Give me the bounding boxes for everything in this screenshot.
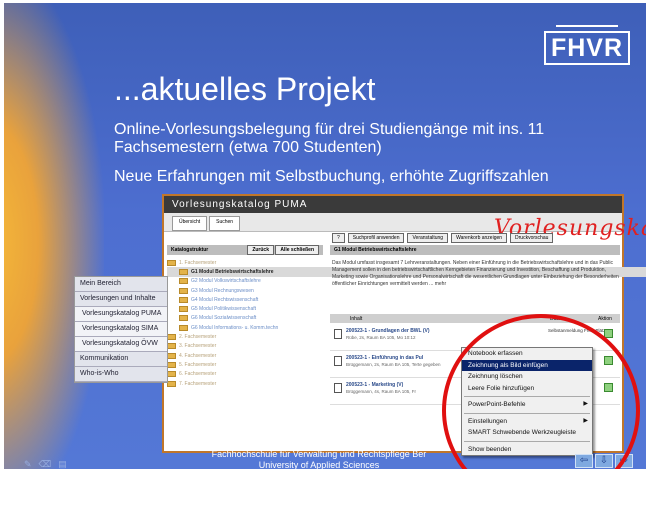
nav-item[interactable]: Vorlesungskatalog SIMA xyxy=(75,322,167,337)
folder-icon xyxy=(167,361,176,368)
slide-subtitle-1: Online-Vorlesungsbelegung für drei Studi… xyxy=(114,121,545,156)
pen-icon[interactable]: ✎ xyxy=(24,459,39,469)
portal-navigation: Mein Bereich Vorlesungen und Inhalte Vorle… xyxy=(74,276,168,383)
slide-subtitle-2: Neue Erfahrungen mit Selbstbuchung, erhö… xyxy=(114,168,549,185)
course-title[interactable]: 200523-1 - Marketing (V) xyxy=(346,382,403,388)
nav-item[interactable]: Vorlesungen und Inhalte xyxy=(75,292,167,307)
tree-item[interactable]: 7. Fachsemester xyxy=(167,379,323,388)
nav-item[interactable]: Mein Bereich xyxy=(75,277,167,292)
nav-item[interactable]: Who-is-Who xyxy=(75,367,167,382)
tree-back-button[interactable]: Zurück xyxy=(247,245,274,255)
presentation-slide: FHVR ...aktuelles Projekt Online-Vorlesu… xyxy=(4,3,646,469)
document-icon xyxy=(334,383,342,393)
folder-icon xyxy=(179,324,188,331)
menu-icon[interactable]: ▤ xyxy=(58,459,74,469)
tree-item[interactable]: 4. Fachsemester xyxy=(167,351,323,360)
decorative-swirl xyxy=(4,3,104,469)
tree-header-label: Katalogstruktur xyxy=(171,247,209,253)
tree-item-label: 6. Fachsemester xyxy=(179,371,217,378)
folder-icon xyxy=(167,352,176,359)
slide-tool-icons[interactable]: ✎⌫▤ xyxy=(24,459,74,469)
help-icon[interactable]: ? xyxy=(332,233,345,243)
folder-icon xyxy=(167,343,176,350)
tree-item[interactable]: 5. Fachsemester xyxy=(167,360,323,369)
tree-item[interactable]: 6. Fachsemester xyxy=(167,370,323,379)
catalog-window-title: Vorlesungskatalog PUMA xyxy=(164,196,622,213)
tab-overview[interactable]: Übersicht xyxy=(172,216,208,231)
folder-icon xyxy=(167,371,176,378)
toolbar-button[interactable]: Druckvorschau xyxy=(510,233,554,243)
folder-icon xyxy=(179,287,188,294)
course-title[interactable]: 200523-1 - Grundlagen der BWL (V) xyxy=(346,328,430,334)
detail-header: G1 Modul Betriebswirtschaftslehre xyxy=(330,245,620,255)
tree-item-label: 5. Fachsemester xyxy=(179,361,217,368)
footer-line-2: University of Applied Sciences xyxy=(258,460,380,469)
slide-footer: Fachhochschule für Verwaltung und Rechts… xyxy=(154,449,484,469)
tree-collapse-button[interactable]: Alle schließen xyxy=(275,245,319,255)
tree-item-label: 7. Fachsemester xyxy=(179,380,217,387)
toolbar-button[interactable]: Veranstaltung xyxy=(407,233,449,243)
folder-icon xyxy=(179,296,188,303)
catalog-toolbar: ? Suchprofil anwenden Veranstaltung Ware… xyxy=(332,233,554,243)
tree-item-label: 2. Fachsemester xyxy=(179,334,217,341)
detail-description: Das Modul umfasst insgesamt 7 Lehrverans… xyxy=(332,260,619,287)
eraser-icon[interactable]: ⌫ xyxy=(39,459,59,469)
col-content: Inhalt xyxy=(350,315,363,322)
folder-icon xyxy=(179,278,188,285)
nav-item[interactable]: Vorlesungskatalog ÖVW xyxy=(75,337,167,352)
toolbar-button[interactable]: Suchprofil anwenden xyxy=(347,233,405,243)
fhvr-logo: FHVR xyxy=(544,25,630,65)
course-meta: Rübe, 2s, Raum BA 105, Mo 10:12 xyxy=(346,335,416,340)
nav-item[interactable]: Vorlesungskatalog PUMA xyxy=(75,307,167,322)
folder-icon xyxy=(167,380,176,387)
tree-item-label: 4. Fachsemester xyxy=(179,352,217,359)
folder-icon xyxy=(179,315,188,322)
folder-icon xyxy=(179,306,188,313)
folder-icon xyxy=(179,268,188,275)
folder-icon xyxy=(167,259,176,266)
col-action: Aktion xyxy=(598,315,612,322)
tree-header: Katalogstruktur Zurück Alle schließen xyxy=(167,245,323,255)
tab-search[interactable]: Suchen xyxy=(209,216,241,231)
document-icon xyxy=(334,356,342,366)
logo-text: FHVR xyxy=(544,31,630,65)
document-icon xyxy=(334,329,342,339)
toolbar-button[interactable]: Warenkorb anzeigen xyxy=(451,233,508,243)
slide-title: ...aktuelles Projekt xyxy=(114,71,376,107)
catalog-tree: 1. Fachsemester G1 Modul Betriebswirtscha… xyxy=(167,258,646,388)
folder-icon xyxy=(167,334,176,341)
tree-item[interactable]: 3. Fachsemester xyxy=(167,342,323,351)
course-title[interactable]: 200523-1 - Einführung in das Pul xyxy=(346,355,423,361)
course-meta: Brüggemann, 2s, Raum BA 105, Terte gegeb… xyxy=(346,362,441,367)
tree-item-label: 3. Fachsemester xyxy=(179,343,217,350)
course-meta: Brüggemann, 4s, Raum BA 105, Fr xyxy=(346,389,417,394)
footer-line-1: Fachhochschule für Verwaltung und Rechts… xyxy=(211,449,427,459)
nav-item[interactable]: Kommunikation xyxy=(75,352,167,367)
